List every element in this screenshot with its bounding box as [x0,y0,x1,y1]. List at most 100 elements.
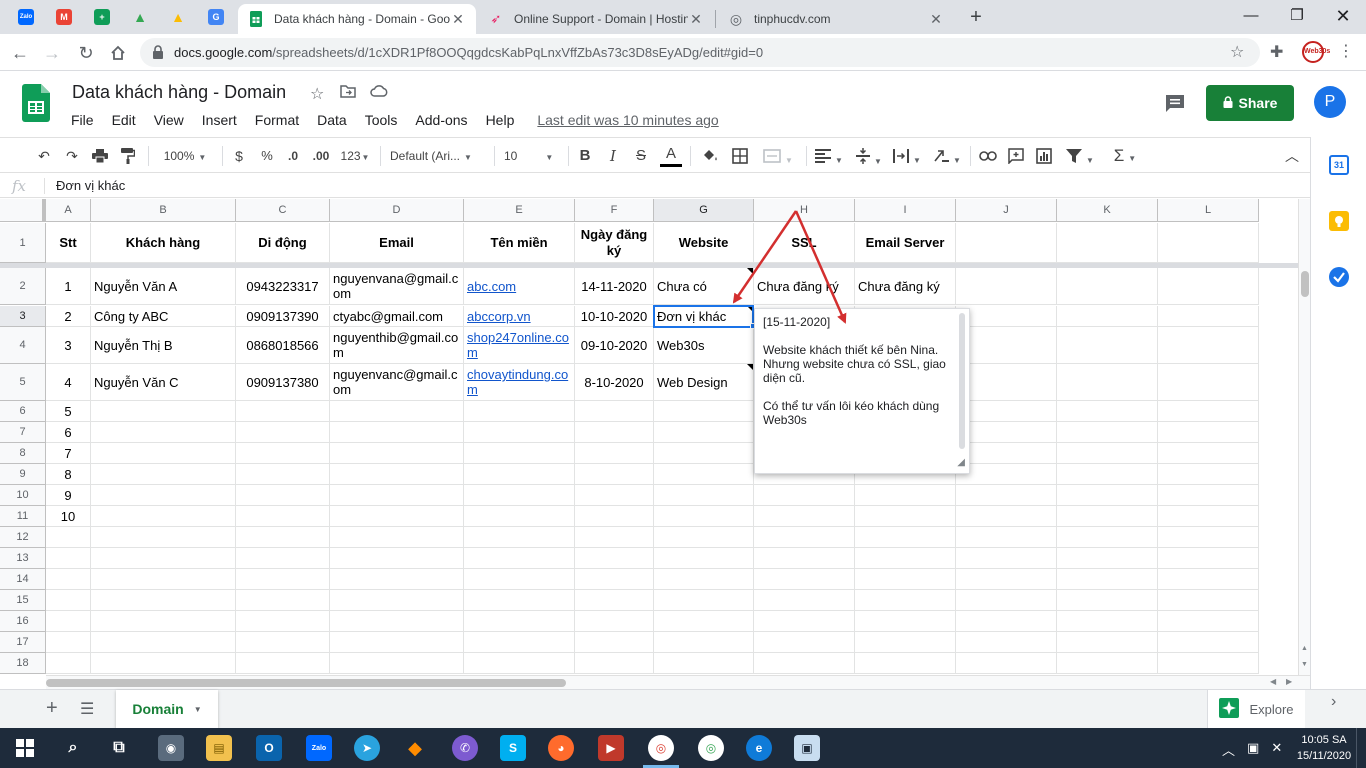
grid-cell[interactable] [91,611,236,632]
grid-cell[interactable] [46,527,91,548]
column-header-b[interactable]: B [91,199,236,222]
minimize-button[interactable]: — [1228,4,1274,28]
font-size-select[interactable]: 10 ▼ [504,144,560,168]
grid-cell[interactable] [236,464,330,485]
insert-link-icon[interactable] [976,144,1000,168]
bold-icon[interactable]: B [574,144,596,168]
pinned-tab-translate[interactable]: G [198,5,234,29]
collapse-toolbar-icon[interactable]: ︿ [1280,144,1304,168]
grid-cell[interactable] [91,527,236,548]
reload-button[interactable]: ↻ [74,41,98,65]
grid-cell[interactable] [1158,611,1259,632]
row-header-16[interactable]: 16 [0,611,46,632]
header-cell[interactable]: Ngày đăng ký [575,223,654,263]
grid-cell[interactable] [46,653,91,674]
menu-insert[interactable]: Insert [193,110,246,130]
grid-cell[interactable] [330,422,464,443]
sheets-logo-icon[interactable] [22,84,50,122]
chevron-up-icon[interactable]: ︿ [1222,740,1235,759]
data-cell[interactable]: 0909137390 [236,306,330,327]
scroll-left-icon[interactable]: ◀ [1270,677,1276,686]
grid-cell[interactable] [464,527,575,548]
row-header-9[interactable]: 9 [0,464,46,485]
tab-sheets-doc[interactable]: Data khách hàng - Domain - Goo ✕ [238,4,476,34]
all-sheets-menu-icon[interactable]: ☰ [80,699,94,719]
grid-cell[interactable] [464,548,575,569]
grid-cell[interactable] [956,464,1057,485]
zalo-icon[interactable]: Zalo [306,735,332,761]
data-cell[interactable]: Web Design [654,364,754,401]
chevron-right-icon[interactable]: › [1331,693,1336,711]
data-cell[interactable]: Nguyễn Văn C [91,364,236,401]
vertical-scroll-thumb[interactable] [1301,271,1309,297]
grid-cell[interactable] [654,590,754,611]
grid-cell[interactable] [236,443,330,464]
row-header-13[interactable]: 13 [0,548,46,569]
grid-cell[interactable] [754,569,855,590]
grid-cell[interactable] [464,443,575,464]
grid-cell[interactable] [464,569,575,590]
system-clock[interactable]: 10:05 SA 15/11/2020 [1290,732,1358,764]
pinned-tab-gmail[interactable]: M [46,5,82,29]
grid-cell[interactable] [91,632,236,653]
grid-cell[interactable] [654,632,754,653]
calendar-icon[interactable]: 31 [1329,155,1349,175]
grid-cell[interactable] [330,443,464,464]
grid-cell[interactable] [236,506,330,527]
grid-cell[interactable] [1158,327,1259,364]
close-icon[interactable]: ✕ [688,11,704,28]
comment-history-icon[interactable] [1164,92,1186,114]
grid-cell[interactable] [330,548,464,569]
grid-cell[interactable] [956,364,1057,401]
grid-cell[interactable] [236,590,330,611]
data-cell[interactable]: 10-10-2020 [575,306,654,327]
domain-link-cell[interactable]: abccorp.vn [464,306,575,327]
bookmark-star-icon[interactable]: ☆ [1230,42,1244,62]
data-cell[interactable]: 4 [46,364,91,401]
data-cell[interactable]: 14-11-2020 [575,268,654,305]
browser-menu-icon[interactable]: ⋮ [1338,41,1354,61]
grid-cell[interactable] [575,611,654,632]
grid-cell[interactable] [855,569,956,590]
grid-cell[interactable] [956,653,1057,674]
data-cell[interactable]: 3 [46,327,91,364]
star-icon[interactable]: ☆ [310,84,324,104]
grid-cell[interactable] [956,401,1057,422]
row-header-17[interactable]: 17 [0,632,46,653]
home-button[interactable] [106,41,130,65]
grid-cell[interactable] [330,590,464,611]
grid-cell[interactable] [91,590,236,611]
data-cell[interactable]: Chưa đăng ký [754,268,855,305]
grid-cell[interactable] [330,506,464,527]
grid-cell[interactable] [1057,422,1158,443]
grid-cell[interactable] [1158,632,1259,653]
grid-cell[interactable] [236,611,330,632]
header-cell[interactable]: Tên miền [464,223,575,263]
grid-cell[interactable] [654,569,754,590]
grid-cell[interactable] [236,569,330,590]
menu-format[interactable]: Format [246,110,308,130]
percent-format-button[interactable]: % [256,144,278,168]
grid-cell[interactable] [236,527,330,548]
grid-cell[interactable] [654,401,754,422]
more-formats-button[interactable]: 123▼ [338,144,372,168]
grid-cell[interactable] [464,611,575,632]
grid-cell[interactable] [46,569,91,590]
grid-cell[interactable] [654,653,754,674]
column-header-c[interactable]: C [236,199,330,222]
row-header-4[interactable]: 4 [0,327,46,364]
menu-file[interactable]: File [62,110,103,130]
data-cell[interactable]: Nguyễn Văn A [91,268,236,305]
insert-chart-icon[interactable] [1032,144,1056,168]
grid-cell[interactable] [46,590,91,611]
explore-button[interactable]: Explore [1207,690,1305,728]
grid-cell[interactable] [1158,306,1259,327]
grid-cell[interactable] [575,443,654,464]
grid-cell[interactable] [1057,611,1158,632]
chrome-profile-icon[interactable]: ◎ [698,735,724,761]
grid-cell[interactable] [654,611,754,632]
menu-edit[interactable]: Edit [103,110,145,130]
data-cell[interactable]: Công ty ABC [91,306,236,327]
column-header-a[interactable]: A [46,199,91,222]
grid-cell[interactable] [1158,653,1259,674]
